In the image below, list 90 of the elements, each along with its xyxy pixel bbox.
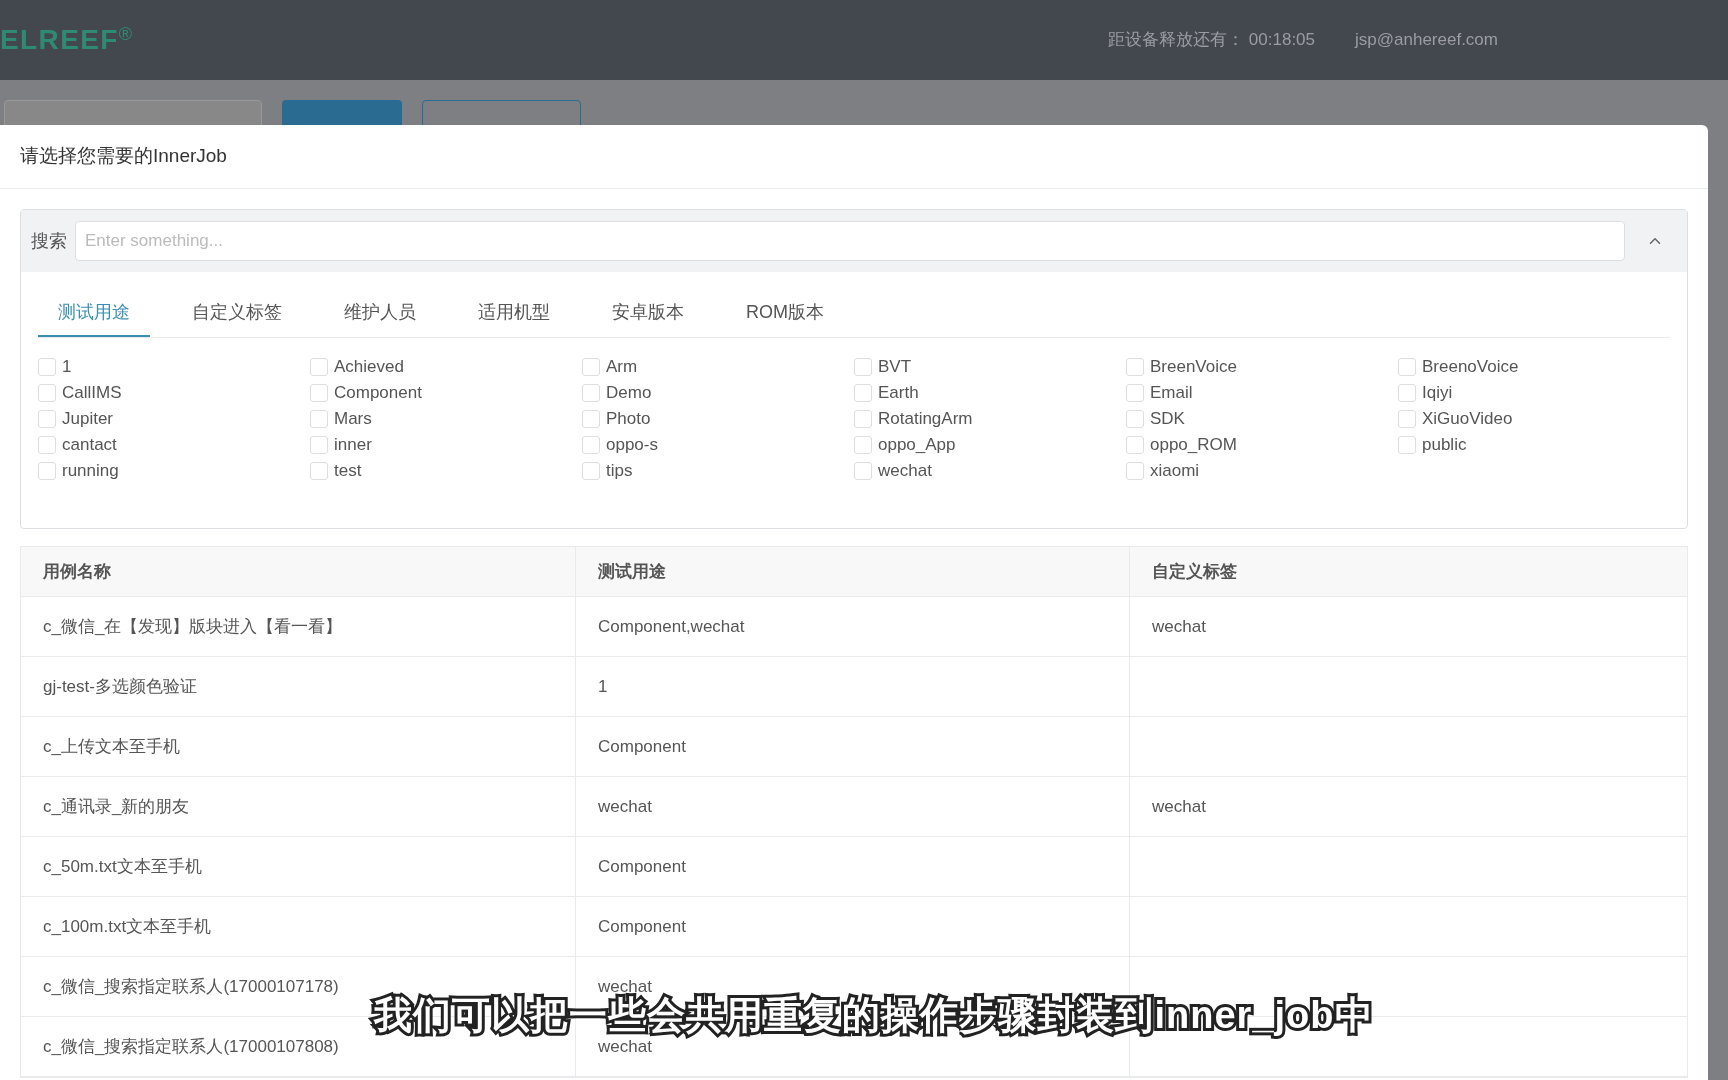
table-cell-text: wechat bbox=[1152, 615, 1206, 638]
checkbox[interactable] bbox=[310, 410, 328, 428]
filter-tab[interactable]: 维护人员 bbox=[324, 299, 436, 337]
checkbox-label: CallIMS bbox=[62, 382, 122, 405]
table-cell-text: wechat bbox=[598, 795, 652, 818]
table-cell-text: c_通讯录_新的朋友 bbox=[43, 795, 190, 818]
checkbox-label: BreenoVoice bbox=[1422, 356, 1519, 379]
table-cell-text: gj-test-多选颜色验证 bbox=[43, 675, 197, 698]
checkbox-label: cantact bbox=[62, 434, 117, 457]
checkbox-label: wechat bbox=[878, 460, 932, 483]
checkbox[interactable] bbox=[38, 436, 56, 454]
checkbox[interactable] bbox=[310, 358, 328, 376]
checkbox[interactable] bbox=[310, 462, 328, 480]
filter-tab[interactable]: 安卓版本 bbox=[592, 299, 704, 337]
checkbox[interactable] bbox=[854, 358, 872, 376]
checkbox-label: test bbox=[334, 460, 362, 483]
countdown-label: 距设备释放还有： 00:18:05 bbox=[1108, 29, 1316, 52]
checkbox-label: Demo bbox=[606, 382, 652, 405]
checkbox-label: public bbox=[1422, 434, 1467, 457]
checkbox-label: XiGuoVideo bbox=[1422, 408, 1513, 431]
checkbox[interactable] bbox=[310, 436, 328, 454]
checkbox-label: 1 bbox=[62, 356, 72, 379]
checkbox[interactable] bbox=[38, 462, 56, 480]
checkbox[interactable] bbox=[1126, 436, 1144, 454]
checkbox[interactable] bbox=[1126, 410, 1144, 428]
column-header: 测试用途 bbox=[598, 560, 666, 583]
checkbox[interactable] bbox=[310, 384, 328, 402]
checkbox-label: SDK bbox=[1150, 408, 1185, 431]
checkbox[interactable] bbox=[1398, 436, 1416, 454]
checkbox[interactable] bbox=[1126, 358, 1144, 376]
checkbox[interactable] bbox=[582, 384, 600, 402]
filter-tab[interactable]: 适用机型 bbox=[458, 299, 570, 337]
checkbox[interactable] bbox=[1398, 358, 1416, 376]
checkbox-label: Jupiter bbox=[62, 408, 114, 431]
checkbox-label: inner bbox=[334, 434, 372, 457]
checkbox[interactable] bbox=[1126, 384, 1144, 402]
filter-tab[interactable]: ROM版本 bbox=[726, 299, 844, 337]
modal-title: 请选择您需要的InnerJob bbox=[20, 144, 227, 169]
table-cell-text: c_上传文本至手机 bbox=[43, 735, 180, 758]
checkbox[interactable] bbox=[38, 358, 56, 376]
checkbox[interactable] bbox=[854, 410, 872, 428]
checkbox[interactable] bbox=[38, 384, 56, 402]
user-email: jsp@anhereef.com bbox=[1355, 29, 1498, 52]
checkbox-label: oppo-s bbox=[606, 434, 658, 457]
checkbox-label: oppo_ROM bbox=[1150, 434, 1237, 457]
checkbox-label: Photo bbox=[606, 408, 651, 431]
checkbox-label: oppo_App bbox=[878, 434, 956, 457]
checkbox-label: Email bbox=[1150, 382, 1193, 405]
table-cell-text: Component bbox=[598, 735, 686, 758]
column-header: 用例名称 bbox=[43, 560, 111, 583]
table-cell-text: wechat bbox=[1152, 795, 1206, 818]
checkbox-label: BreenVoice bbox=[1150, 356, 1237, 379]
checkbox-label: Iqiyi bbox=[1422, 382, 1453, 405]
table-cell-text: c_微信_在【发现】版块进入【看一看】 bbox=[43, 615, 343, 638]
checkbox-label: RotatingArm bbox=[878, 408, 973, 431]
checkbox[interactable] bbox=[582, 436, 600, 454]
filter-tab[interactable]: 自定义标签 bbox=[172, 299, 302, 337]
column-header: 自定义标签 bbox=[1152, 560, 1237, 583]
table-cell-text: c_50m.txt文本至手机 bbox=[43, 855, 202, 878]
logo: ELREEF$^{®}$ bbox=[0, 23, 134, 57]
checkbox[interactable] bbox=[1398, 410, 1416, 428]
checkbox-label: BVT bbox=[878, 356, 912, 379]
search-label: 搜索 bbox=[31, 229, 67, 253]
checkbox-label: xiaomi bbox=[1150, 460, 1200, 483]
table-cell-text: Component bbox=[598, 855, 686, 878]
table-cell-text: c_微信_搜索指定联系人(17000107178) bbox=[43, 975, 339, 998]
checkbox-label: tips bbox=[606, 460, 633, 483]
checkbox[interactable] bbox=[38, 410, 56, 428]
checkbox-label: Achieved bbox=[334, 356, 404, 379]
checkbox[interactable] bbox=[582, 462, 600, 480]
table-cell-text: Component bbox=[598, 915, 686, 938]
checkbox-label: Component bbox=[334, 382, 422, 405]
table-cell-text: c_微信_搜索指定联系人(17000107808) bbox=[43, 1035, 339, 1058]
checkbox-label: Arm bbox=[606, 356, 638, 379]
search-field[interactable]: Enter something... bbox=[75, 221, 1625, 261]
checkbox[interactable] bbox=[854, 436, 872, 454]
checkbox[interactable] bbox=[1126, 462, 1144, 480]
table-cell-text: 1 bbox=[598, 675, 608, 698]
checkbox-label: Earth bbox=[878, 382, 919, 405]
table-cell-text: wechat bbox=[598, 1036, 652, 1058]
checkbox[interactable] bbox=[582, 358, 600, 376]
filter-tab[interactable]: 测试用途 bbox=[38, 299, 150, 337]
checkbox-label: Mars bbox=[334, 408, 372, 431]
table-cell-text: Component,wechat bbox=[598, 615, 745, 638]
checkbox[interactable] bbox=[854, 462, 872, 480]
table-cell-text: c_100m.txt文本至手机 bbox=[43, 915, 212, 938]
checkbox[interactable] bbox=[854, 384, 872, 402]
checkbox[interactable] bbox=[582, 410, 600, 428]
checkbox-label: running bbox=[62, 460, 119, 483]
checkbox[interactable] bbox=[1398, 384, 1416, 402]
